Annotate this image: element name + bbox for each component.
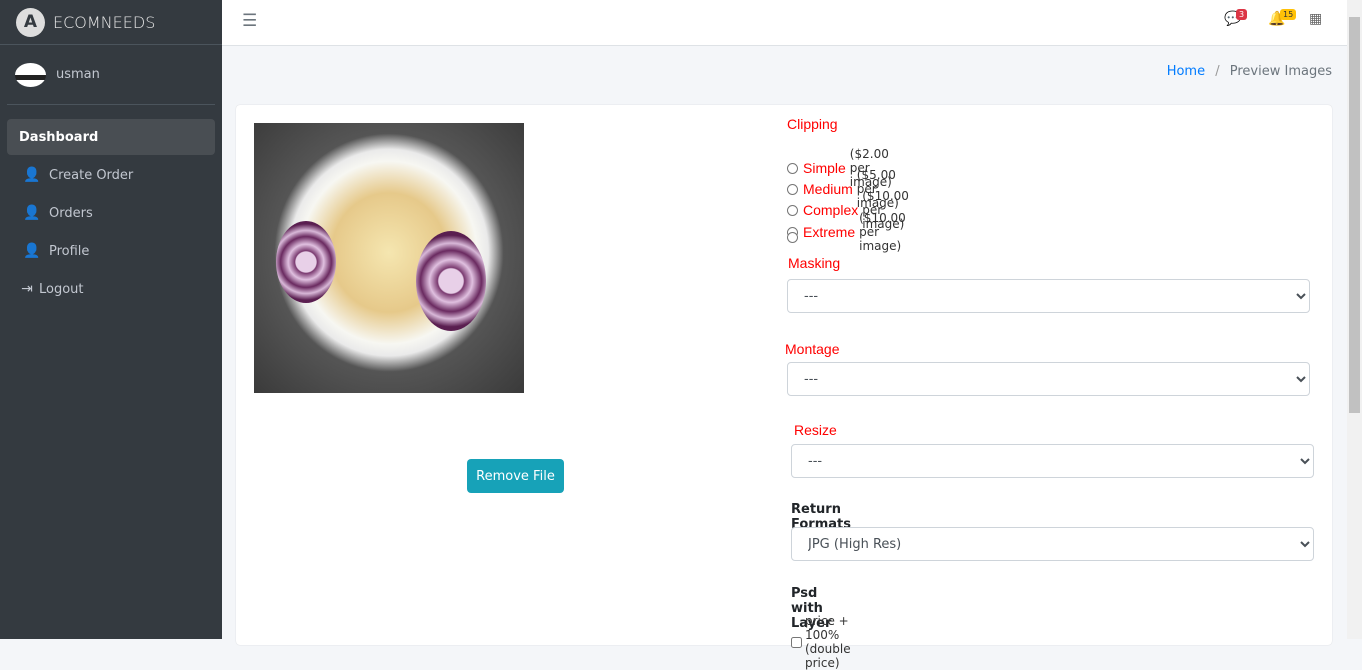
page-scrollbar[interactable] <box>1347 0 1362 639</box>
sidebar-item-profile[interactable]: 👤 Profile <box>7 233 215 269</box>
avatar <box>15 62 46 87</box>
user-icon: 👤 <box>23 167 41 183</box>
menu-toggle-icon[interactable]: ☰ <box>242 11 257 31</box>
logout-icon: ⇥ <box>21 281 33 297</box>
grid-icon[interactable]: ▦ <box>1309 11 1322 27</box>
user-name: usman <box>56 67 100 82</box>
messages-badge: 3 <box>1236 9 1248 20</box>
clipping-label: Clipping <box>787 116 838 132</box>
sidebar: A ECOMNEEDS usman Dashboard 👤 Create Orde… <box>0 0 222 639</box>
montage-select[interactable]: --- <box>787 362 1310 396</box>
montage-label: Montage <box>785 341 840 357</box>
brand-name: ECOMNEEDS <box>53 12 156 32</box>
masking-select[interactable]: --- <box>787 279 1310 313</box>
sidebar-item-label: Logout <box>39 281 84 297</box>
brand-logo: A <box>16 7 45 37</box>
sidebar-item-logout[interactable]: ⇥ Logout <box>7 271 215 307</box>
breadcrumb-separator: / <box>1215 64 1220 79</box>
sidebar-item-orders[interactable]: 👤 Orders <box>7 195 215 231</box>
clipping-extreme-radio[interactable]: Extreme ($10.00 per image) <box>787 211 906 253</box>
user-panel[interactable]: usman <box>7 45 215 105</box>
remove-file-button[interactable]: Remove File <box>467 459 564 493</box>
sidebar-item-create-order[interactable]: 👤 Create Order <box>7 157 215 193</box>
breadcrumb-home[interactable]: Home <box>1167 64 1205 79</box>
sidebar-item-label: Profile <box>49 243 90 259</box>
preview-image <box>254 123 524 393</box>
scrollbar-thumb[interactable] <box>1349 17 1360 413</box>
checkbox-label: price + 100% (double price) <box>805 614 851 670</box>
user-icon: 👤 <box>23 243 41 259</box>
clipping-empty-radio[interactable] <box>787 232 803 243</box>
notifications-icon[interactable]: 🔔 15 <box>1268 9 1297 27</box>
topbar: ☰ 💬 3 🔔 15 ▦ <box>222 0 1347 46</box>
psd-double-price-checkbox[interactable]: price + 100% (double price) <box>791 614 851 670</box>
resize-select[interactable]: --- <box>791 444 1314 478</box>
messages-icon[interactable]: 💬 3 <box>1224 9 1248 27</box>
user-icon: 👤 <box>23 205 41 221</box>
masking-label: Masking <box>788 255 841 271</box>
sidebar-item-label: Orders <box>49 205 93 221</box>
option-price: ($10.00 per image) <box>859 211 906 253</box>
return-formats-select[interactable]: JPG (High Res) <box>791 527 1314 561</box>
option-name: Extreme <box>803 224 856 240</box>
sidebar-item-dashboard[interactable]: Dashboard <box>7 119 215 155</box>
breadcrumb: Home / Preview Images <box>1167 64 1332 79</box>
onion-slice <box>416 231 486 331</box>
brand-link[interactable]: A ECOMNEEDS <box>0 0 222 45</box>
notifications-badge: 15 <box>1280 9 1297 20</box>
sidebar-item-label: Dashboard <box>19 129 99 145</box>
resize-label: Resize <box>794 422 837 438</box>
onion-slice <box>276 221 336 303</box>
sidebar-item-label: Create Order <box>49 167 134 183</box>
breadcrumb-current: Preview Images <box>1229 64 1332 79</box>
